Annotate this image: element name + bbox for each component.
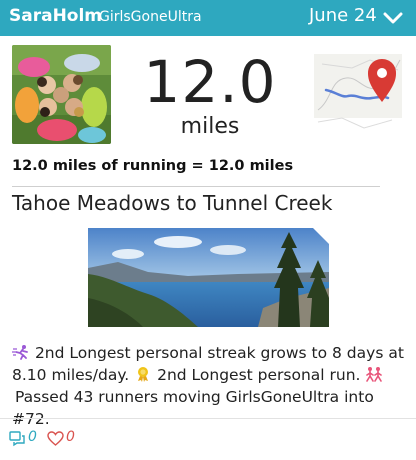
runner-streak-icon bbox=[12, 345, 28, 360]
divider bbox=[12, 186, 380, 187]
activity-date: June 24 bbox=[309, 5, 377, 26]
card-header: SaraHolm GirlsGoneUltra June 24 bbox=[0, 0, 416, 36]
distance-unit: miles bbox=[180, 114, 240, 139]
activity-card: SaraHolm GirlsGoneUltra June 24 12.0 mil… bbox=[0, 0, 416, 460]
route-map[interactable] bbox=[312, 40, 404, 146]
achievements: 2nd Longest personal streak grows to 8 d… bbox=[12, 342, 408, 430]
achievement-longest-run: 2nd Longest personal run. bbox=[157, 366, 361, 384]
footer-divider bbox=[0, 418, 416, 419]
lake-photo[interactable] bbox=[88, 228, 329, 327]
team-name-link[interactable]: GirlsGoneUltra bbox=[99, 9, 202, 25]
heart-icon[interactable] bbox=[47, 431, 64, 446]
runners-icon bbox=[366, 367, 383, 382]
achievement-passed: Passed 43 runners moving GirlsGoneUltra … bbox=[12, 388, 374, 428]
group-photo[interactable] bbox=[12, 45, 111, 144]
activity-summary: 12.0 miles of running = 12.0 miles bbox=[12, 158, 294, 174]
comment-icon[interactable] bbox=[9, 431, 26, 447]
activity-title[interactable]: Tahoe Meadows to Tunnel Creek bbox=[12, 191, 332, 215]
comment-count[interactable]: 0 bbox=[28, 429, 37, 445]
like-count[interactable]: 0 bbox=[66, 429, 75, 445]
chevron-down-icon[interactable] bbox=[383, 11, 403, 25]
user-name-link[interactable]: SaraHolm bbox=[9, 6, 102, 26]
medal-icon bbox=[138, 367, 149, 382]
distance-value: 12.0 bbox=[143, 48, 277, 116]
